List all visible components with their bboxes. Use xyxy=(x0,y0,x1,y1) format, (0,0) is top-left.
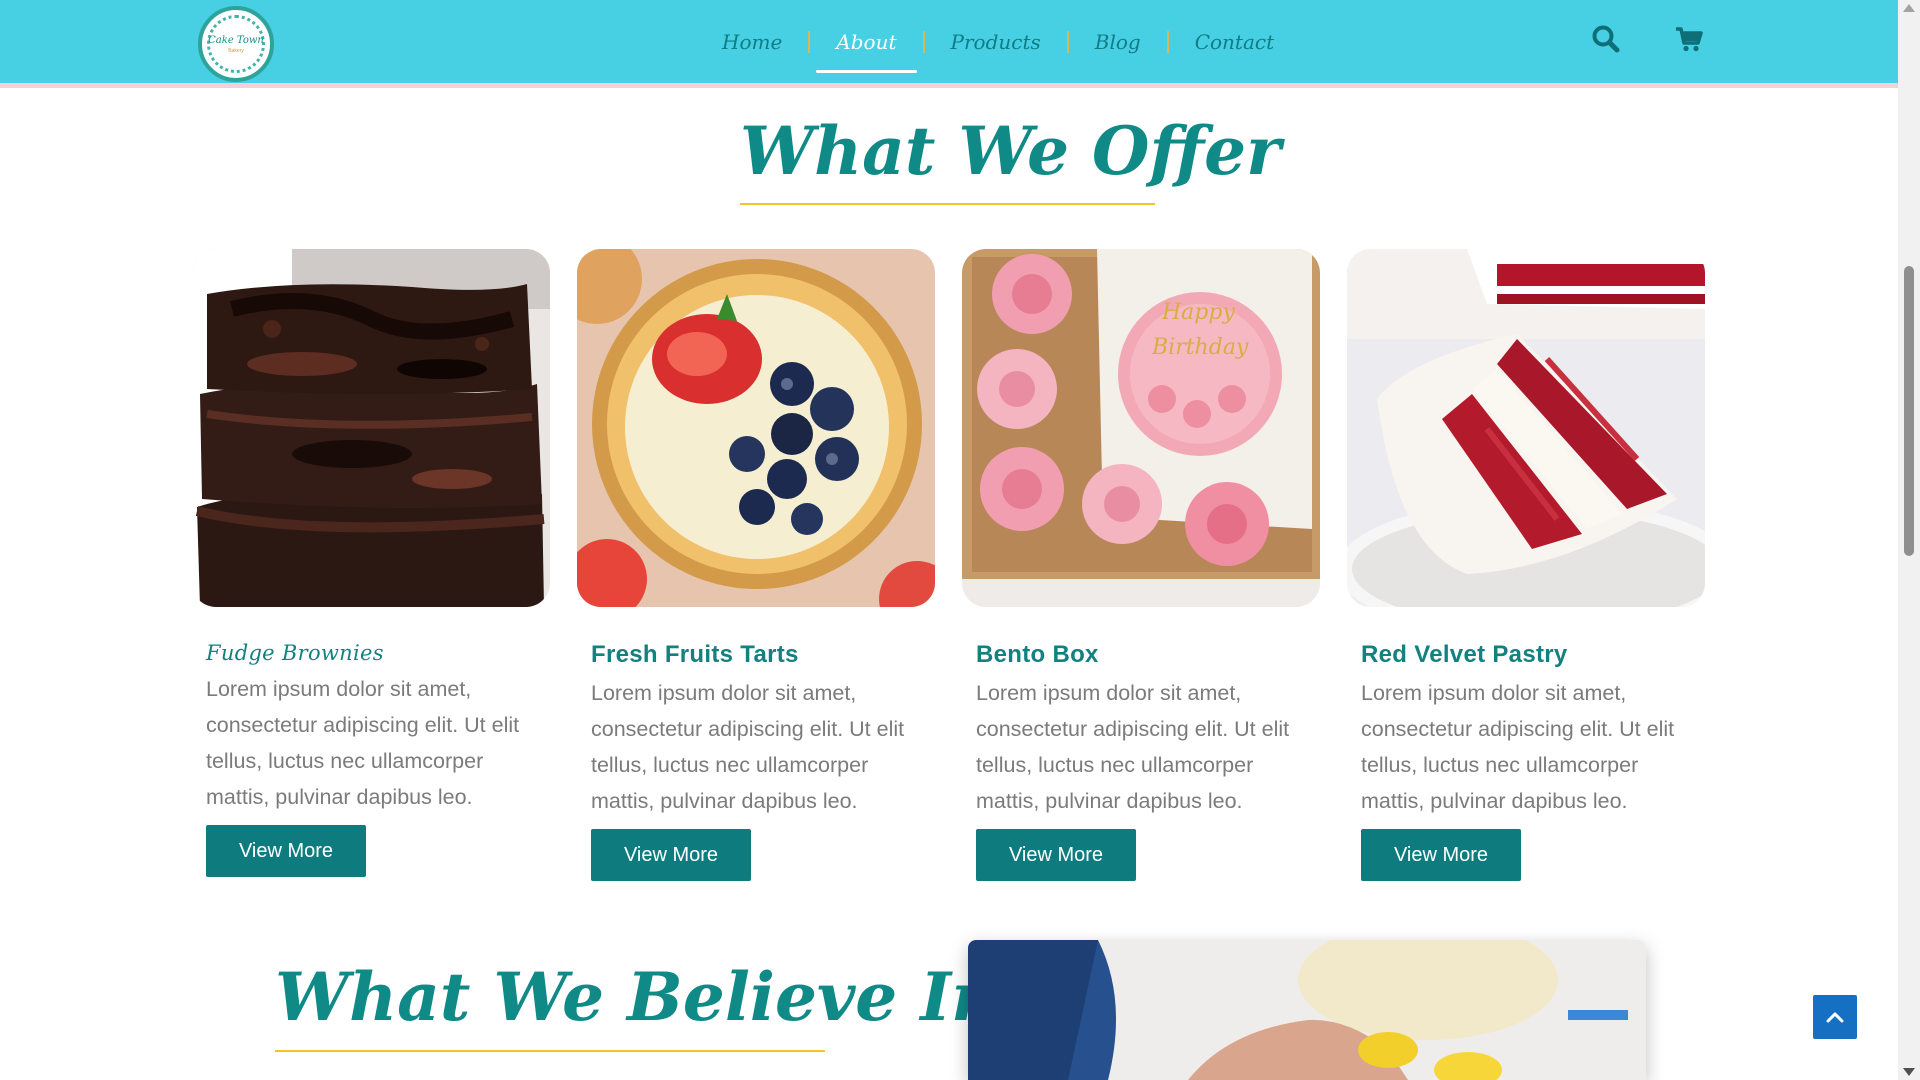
view-more-button[interactable]: View More xyxy=(206,825,366,877)
main-nav: Home About Products Blog Contact xyxy=(696,0,1300,84)
product-name: Red Velvet Pastry xyxy=(1361,641,1568,668)
offer-title-underline xyxy=(740,203,1155,205)
nav-item-blog[interactable]: Blog xyxy=(1069,0,1167,84)
search-icon[interactable] xyxy=(1589,22,1623,56)
svg-text:Birthday: Birthday xyxy=(1151,335,1249,360)
product-card-brownies: Fudge Brownies Lorem ipsum dolor sit ame… xyxy=(192,249,550,877)
site-logo[interactable]: Cake Town Bakery xyxy=(198,6,274,82)
logo-text: Cake Town xyxy=(208,34,264,46)
offer-section-title: What We Offer xyxy=(740,112,1281,190)
believe-title-underline xyxy=(275,1050,825,1052)
fruit-tart-image[interactable] xyxy=(577,249,935,607)
svg-text:Happy: Happy xyxy=(1161,300,1235,325)
product-name: Fresh Fruits Tarts xyxy=(591,641,799,668)
logo-subtext: Bakery xyxy=(228,47,244,54)
scroll-up-arrow[interactable] xyxy=(1903,4,1915,12)
cart-icon[interactable] xyxy=(1672,22,1706,56)
scroll-down-arrow[interactable] xyxy=(1903,1068,1915,1076)
chevron-up-icon xyxy=(1826,1012,1844,1023)
product-description: Lorem ipsum dolor sit amet, consectetur … xyxy=(1361,681,1675,813)
product-name: Bento Box xyxy=(976,641,1099,668)
view-more-button[interactable]: View More xyxy=(976,829,1136,881)
product-description: Lorem ipsum dolor sit amet, consectetur … xyxy=(591,681,905,813)
nav-item-home[interactable]: Home xyxy=(696,0,808,84)
view-more-button[interactable]: View More xyxy=(591,829,751,881)
bento-box-image[interactable]: Happy Birthday xyxy=(962,249,1320,607)
red-velvet-image[interactable] xyxy=(1347,249,1705,607)
nav-item-contact[interactable]: Contact xyxy=(1169,0,1300,84)
scroll-to-top-button[interactable] xyxy=(1813,995,1857,1039)
product-description: Lorem ipsum dolor sit amet, consectetur … xyxy=(206,677,520,809)
product-card-fruit-tarts: Fresh Fruits Tarts Lorem ipsum dolor sit… xyxy=(577,249,935,881)
product-card-bento-box: Happy Birthday Bento Box Lorem ipsum dol… xyxy=(962,249,1320,881)
site-header: Cake Town Bakery Home About Products Blo… xyxy=(0,0,1898,88)
page-scrollbar[interactable] xyxy=(1898,0,1920,1080)
baker-image xyxy=(968,940,1646,1080)
scrollbar-thumb[interactable] xyxy=(1904,266,1914,556)
product-description: Lorem ipsum dolor sit amet, consectetur … xyxy=(976,681,1290,813)
nav-item-products[interactable]: Products xyxy=(925,0,1067,84)
believe-section-title: What We Believe In xyxy=(275,958,1000,1036)
product-name: Fudge Brownies xyxy=(206,641,384,665)
nav-item-about[interactable]: About xyxy=(810,0,922,84)
product-card-red-velvet: Red Velvet Pastry Lorem ipsum dolor sit … xyxy=(1347,249,1705,881)
brownies-image[interactable] xyxy=(192,249,550,607)
view-more-button[interactable]: View More xyxy=(1361,829,1521,881)
